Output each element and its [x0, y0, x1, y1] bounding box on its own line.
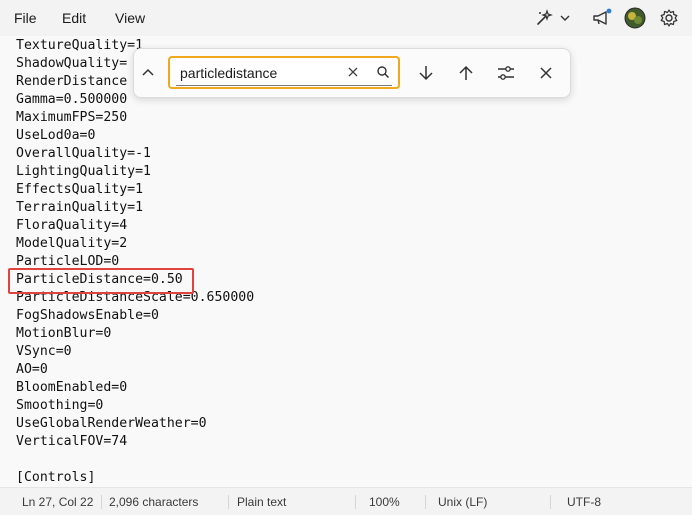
editor-line: Smoothing=0 [16, 398, 104, 413]
notification-icon[interactable] [591, 8, 613, 28]
menu-bar: File Edit View [0, 0, 692, 37]
find-previous-arrow-up-icon[interactable] [454, 61, 478, 85]
editor-line: [Controls] [16, 470, 96, 485]
file-format: Plain text [237, 495, 287, 509]
editor-line: VSync=0 [16, 344, 72, 359]
editor-line: BloomEnabled=0 [16, 380, 128, 395]
menu-file[interactable]: File [14, 10, 37, 26]
editor-line: AO=0 [16, 362, 48, 377]
editor-line: MotionBlur=0 [16, 326, 112, 341]
clear-icon[interactable] [346, 65, 360, 79]
separator [228, 495, 229, 509]
editor-line: ModelQuality=2 [16, 236, 128, 251]
editor-line: VerticalFOV=74 [16, 434, 128, 449]
notepad-window: File Edit View TextureQuality=1 ShadowQu… [0, 0, 692, 515]
editor-line: UseGlobalRenderWeather=0 [16, 416, 207, 431]
menu-edit[interactable]: Edit [62, 10, 86, 26]
separator [425, 495, 426, 509]
find-options-sliders-icon[interactable] [494, 61, 518, 85]
zoom-level[interactable]: 100% [369, 495, 400, 509]
cursor-position[interactable]: Ln 27, Col 22 [22, 495, 93, 509]
chevron-down-icon[interactable] [558, 8, 572, 28]
editor-line: MaximumFPS=250 [16, 110, 128, 125]
editor-line: UseLod0a=0 [16, 128, 96, 143]
highlight-annotation [8, 268, 194, 294]
avatar[interactable] [624, 7, 646, 29]
search-underline [176, 85, 392, 86]
text-editor[interactable]: TextureQuality=1 ShadowQuality= RenderDist… [0, 36, 692, 487]
editor-line: LightingQuality=1 [16, 164, 151, 179]
find-bar [133, 48, 571, 98]
encoding[interactable]: UTF-8 [567, 495, 601, 509]
editor-line: FogShadowsEnable=0 [16, 308, 159, 323]
separator [550, 495, 551, 509]
menu-view[interactable]: View [115, 10, 145, 26]
copilot-icon[interactable] [534, 8, 556, 28]
search-icon[interactable] [376, 65, 390, 79]
gear-icon[interactable] [659, 8, 681, 28]
search-field[interactable] [168, 56, 400, 89]
line-ending[interactable]: Unix (LF) [438, 495, 487, 509]
status-bar: Ln 27, Col 22 2,096 characters Plain tex… [0, 487, 692, 515]
separator [355, 495, 356, 509]
editor-line: TerrainQuality=1 [16, 200, 144, 215]
editor-line: OverallQuality=-1 [16, 146, 151, 161]
editor-line: EffectsQuality=1 [16, 182, 144, 197]
close-icon[interactable] [534, 61, 558, 85]
search-input[interactable] [180, 63, 340, 83]
editor-lines: TextureQuality=1 ShadowQuality= RenderDist… [16, 37, 254, 487]
separator [101, 495, 102, 509]
editor-line: FloraQuality=4 [16, 218, 128, 233]
collapse-chevron-up-icon[interactable] [136, 61, 160, 85]
character-count: 2,096 characters [109, 495, 199, 509]
find-next-arrow-down-icon[interactable] [414, 61, 438, 85]
